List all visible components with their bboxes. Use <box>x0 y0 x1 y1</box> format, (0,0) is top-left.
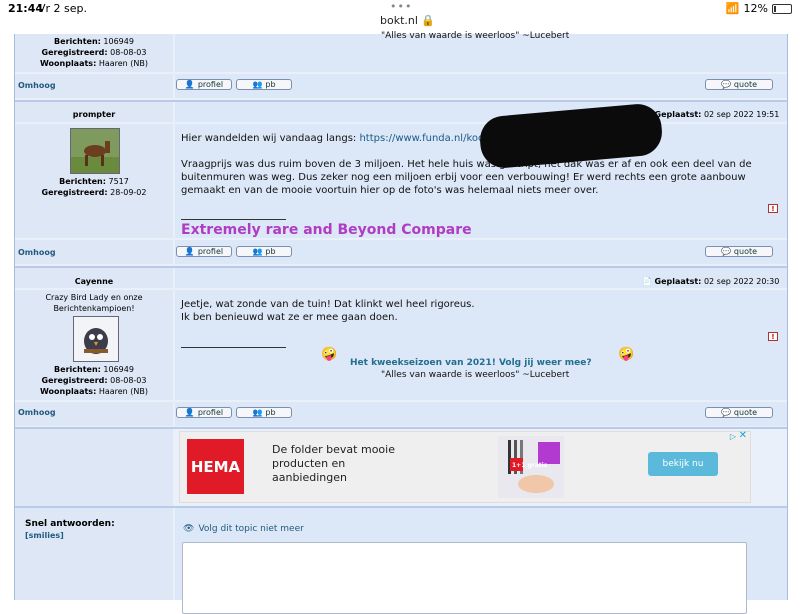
report-icon[interactable]: ! <box>768 332 778 341</box>
address-bar[interactable]: bokt.nl 🔒 <box>380 14 435 27</box>
quote-button[interactable]: 💬 quote <box>705 79 773 90</box>
omhoog-link[interactable]: Omhoog <box>18 81 56 90</box>
status-right: 📶 12% <box>726 2 792 15</box>
ad-close-icon[interactable]: ✕ <box>739 430 747 441</box>
report-icon[interactable]: ! <box>768 204 778 213</box>
omhoog-link[interactable]: Omhoog <box>18 408 56 417</box>
signature-line <box>181 347 286 348</box>
post-author[interactable]: Cayenne <box>15 277 173 286</box>
ad-row-left <box>15 429 173 506</box>
quote-button[interactable]: 💬 quote <box>705 407 773 418</box>
profile-icon: 👤 <box>184 247 195 256</box>
status-bar: 21:44 Vr 2 sep. ••• bokt.nl 🔒 📶 12% <box>0 0 800 34</box>
signature-text: Extremely rare and Beyond Compare <box>181 222 472 238</box>
hema-logo: HEMA <box>187 439 244 494</box>
user-title: Crazy Bird Lady en onze Berichtenkampioe… <box>45 293 143 313</box>
pm-icon: 👥 <box>252 247 263 256</box>
author-meta: Berichten: 106949 Geregistreerd: 08-08-0… <box>39 365 148 396</box>
profile-icon: 👤 <box>184 408 195 417</box>
lock-icon: 🔒 <box>421 14 436 27</box>
post-icon: 📄 <box>642 277 652 286</box>
smiley-icon: 🤪 <box>321 347 338 362</box>
profile-button[interactable]: 👤 profiel <box>176 407 232 418</box>
quote-icon: 💬 <box>720 408 731 417</box>
profile-button[interactable]: 👤 profiel <box>176 246 232 257</box>
quote-icon: 💬 <box>720 80 731 89</box>
date: Vr 2 sep. <box>38 2 88 15</box>
pm-icon: 👥 <box>252 80 263 89</box>
smilies-link[interactable]: [smilies] <box>25 531 64 540</box>
horse-avatar <box>70 128 120 174</box>
ad-view-button[interactable]: bekijk nu <box>648 452 718 476</box>
omhoog-link[interactable]: Omhoog <box>18 248 56 257</box>
battery-icon <box>772 3 792 14</box>
wifi-icon: 📶 <box>725 2 740 15</box>
quote-button[interactable]: 💬 quote <box>705 246 773 257</box>
signature-quote: "Alles van waarde is weerloos" ~Lucebert <box>381 370 570 380</box>
ad-info-icon[interactable]: ▷ <box>730 432 736 441</box>
smiley-icon: 🤪 <box>618 347 635 362</box>
quote-icon: 💬 <box>720 247 731 256</box>
quick-reply-title: Snel antwoorden: <box>25 519 115 529</box>
more-dots-icon[interactable]: ••• <box>390 0 412 13</box>
post-body: Vraagprijs was dus ruim boven de 3 miljo… <box>181 159 752 196</box>
bird-avatar <box>73 316 119 362</box>
posted-date: 📄 Geplaatst: 02 sep 2022 19:51 <box>642 110 779 119</box>
ad-text: De folder bevat mooie producten en aanbi… <box>272 443 395 484</box>
pm-button[interactable]: 👥 pb <box>236 79 292 90</box>
post-line-2: Ik ben benieuwd wat ze er mee gaan doen. <box>181 312 398 323</box>
signature-line <box>181 219 286 220</box>
advertisement[interactable]: HEMA De folder bevat mooie producten en … <box>179 430 751 503</box>
top-post-meta: Berichten: 106949 Geregistreerd: 08-08-0… <box>39 37 148 68</box>
post-author[interactable]: prompter <box>15 110 173 119</box>
author-meta: Berichten: 7517 Geregistreerd: 28-09-02 <box>41 177 147 197</box>
forum-thread: Berichten: 106949 Geregistreerd: 08-08-0… <box>14 31 788 614</box>
battery-percent: 12% <box>743 2 768 15</box>
pm-icon: 👥 <box>252 408 263 417</box>
ad-badge: 1+1 gratis <box>512 462 548 469</box>
pm-button[interactable]: 👥 pb <box>236 407 292 418</box>
signature-link[interactable]: Het kweekseizoen van 2021! Volg jij weer… <box>350 358 592 368</box>
pm-button[interactable]: 👥 pb <box>236 246 292 257</box>
profile-button[interactable]: 👤 profiel <box>176 79 232 90</box>
post-line-1: Jeetje, wat zonde van de tuin! Dat klink… <box>181 299 475 310</box>
reply-textarea[interactable] <box>182 542 747 614</box>
signature-quote: "Alles van waarde is weerloos" ~Lucebert <box>381 31 570 41</box>
unfollow-topic-link[interactable]: 👁 Volg dit topic niet meer <box>183 524 304 534</box>
profile-icon: 👤 <box>184 80 195 89</box>
posted-date: 📄 Geplaatst: 02 sep 2022 20:30 <box>642 277 780 286</box>
follow-icon: 👁 <box>183 524 195 534</box>
